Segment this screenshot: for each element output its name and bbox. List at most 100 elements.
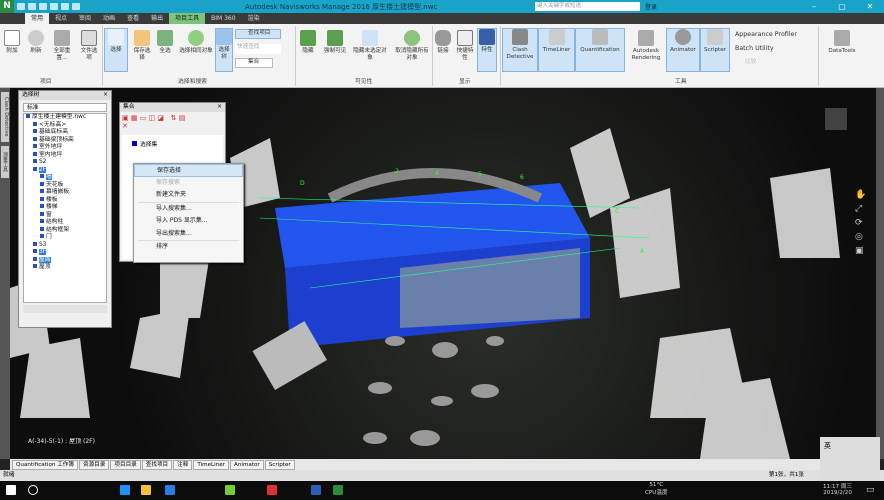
powerpoint-icon[interactable] (267, 485, 277, 495)
bottom-tab[interactable]: TimeLiner (193, 460, 230, 470)
tab-item-tools[interactable]: 项目工具 (169, 13, 206, 24)
select-same-button[interactable]: 选择相同对象 (178, 30, 214, 55)
reset-all-button[interactable]: 全部重置... (50, 30, 74, 62)
find-items-button[interactable]: 查找项目 (235, 29, 281, 39)
batch-utility-button[interactable]: Batch Utility (735, 45, 774, 52)
sets-toolbar[interactable]: ▣ ▦ ▭ ◫ ◪ ⇅ ▤ ✕ (122, 114, 185, 130)
tree-node[interactable]: 幕墙嵌板 (24, 189, 106, 197)
timeliner-button[interactable]: TimeLiner (538, 28, 575, 72)
quantification-button[interactable]: Quantification (575, 28, 625, 72)
set-item[interactable]: 选择集 (122, 135, 223, 152)
tab-viewpoint[interactable]: 视点 (49, 13, 73, 24)
ie-icon[interactable] (165, 485, 175, 495)
refresh-button[interactable]: 刷新 (26, 30, 46, 55)
datatools-button[interactable]: DataTools (822, 30, 862, 55)
tab-output[interactable]: 输出 (145, 13, 169, 24)
autodesk-rendering-button[interactable]: Autodesk Rendering (627, 30, 665, 62)
explorer-icon[interactable] (141, 485, 151, 495)
file-options-button[interactable]: 文件选项 (78, 30, 100, 62)
menu-item[interactable]: 导入 PDS 显示集... (134, 215, 243, 228)
maximize-button[interactable]: ▢ (828, 0, 856, 13)
open-icon[interactable] (28, 3, 36, 10)
bottom-tab[interactable]: Scripter (264, 460, 295, 470)
appearance-profiler-button[interactable]: Appearance Profiler (735, 31, 797, 38)
navigation-bar[interactable]: ✋ ⤢ ⟳ ◎ ▣ (855, 188, 866, 258)
save-icon[interactable] (39, 3, 47, 10)
tab-render[interactable]: 渲染 (242, 13, 266, 24)
bottom-tab[interactable]: 资源目录 (78, 460, 110, 470)
clash-detective-button[interactable]: Clash Detective (502, 28, 538, 72)
help-search-input[interactable]: 键入关键字或短语 (535, 2, 640, 11)
tree-node[interactable]: 3F (24, 249, 106, 257)
ime-widget[interactable]: 英 (820, 437, 880, 481)
menu-item[interactable]: 排序 (134, 241, 243, 254)
quick-find-input[interactable]: 快速查找 (235, 44, 281, 54)
tree-node[interactable]: S3 (24, 241, 106, 250)
menu-item[interactable]: 导入搜索集... (134, 203, 243, 216)
properties-button[interactable]: 特性 (477, 28, 497, 72)
tree-node[interactable]: 楼板 (24, 196, 106, 205)
select-button[interactable]: 选择 (104, 28, 128, 72)
menu-item[interactable]: 保存搜索 (134, 177, 243, 190)
scripter-button[interactable]: Scripter (700, 28, 730, 72)
tree-node[interactable]: 楼梯 (24, 204, 106, 212)
minimize-button[interactable]: – (800, 0, 828, 13)
menu-item[interactable]: 导出搜索集... (134, 228, 243, 241)
tree-node[interactable]: 基础梁顶标高 (24, 136, 106, 145)
clock[interactable]: 11:17 周三 2019/2/20 (823, 482, 852, 496)
bottom-tab[interactable]: 查找项目 (141, 460, 173, 470)
redo-icon[interactable] (72, 3, 80, 10)
append-button[interactable]: 附加 (2, 30, 22, 55)
animator-button[interactable]: Animator (666, 28, 700, 72)
tree-node[interactable]: 厚生楼土建模型.nwc (24, 114, 106, 122)
links-button[interactable]: 链接 (434, 30, 452, 55)
tab-animation[interactable]: 动画 (97, 13, 121, 24)
side-tab-clash-detective[interactable]: Clash Detective (1, 92, 9, 142)
tree-node[interactable]: 结构框架 (24, 226, 106, 235)
tab-review[interactable]: 审阅 (73, 13, 97, 24)
tree-node[interactable]: 门 (24, 234, 106, 242)
tree-node[interactable]: 基础底标高 (24, 129, 106, 137)
selection-tree-button[interactable]: 选择树 (215, 28, 233, 72)
save-selection-button[interactable]: 保存选择 (131, 30, 153, 62)
tab-view[interactable]: 查看 (121, 13, 145, 24)
edge-icon[interactable] (120, 485, 130, 495)
side-tab-measure[interactable]: 测量工具 (1, 146, 9, 178)
bottom-tab[interactable]: 项目目录 (110, 460, 141, 470)
navisworks-taskbar-icon[interactable] (333, 485, 343, 495)
tree-node[interactable]: 结构柱 (24, 219, 106, 227)
start-icon[interactable] (6, 485, 16, 495)
tree-node[interactable]: 室内地坪 (24, 151, 106, 160)
word-icon[interactable] (311, 485, 321, 495)
select-all-button[interactable]: 全选 (155, 30, 175, 55)
new-icon[interactable] (17, 3, 25, 10)
bottom-tab[interactable]: Quantification 工作簿 (12, 460, 78, 470)
tree-node[interactable]: <无标高> (24, 121, 106, 130)
sheet-pager[interactable]: 第1张，共1张 (769, 470, 804, 481)
quick-properties-button[interactable]: 快捷特性 (455, 30, 475, 62)
notification-icon[interactable]: ▭ (866, 485, 875, 495)
tree-mode-dropdown[interactable]: 标准 (23, 103, 107, 112)
viewcube[interactable] (825, 108, 847, 130)
close-button[interactable]: ✕ (856, 0, 884, 13)
tab-home[interactable]: 常用 (25, 13, 50, 24)
sets-dropdown[interactable]: 集合 (235, 58, 273, 68)
login-button[interactable]: 登录 (645, 2, 657, 11)
compare-button[interactable]: 比较 (745, 59, 756, 66)
menu-item[interactable]: 保存选择 (134, 164, 243, 177)
tree-node[interactable]: 天花板 (24, 181, 106, 190)
print-icon[interactable] (50, 3, 58, 10)
tree-node[interactable]: 墙 (24, 174, 106, 182)
undo-icon[interactable] (61, 3, 69, 10)
require-button[interactable]: 强制可见 (321, 30, 349, 55)
tree-node[interactable]: 屋顶 (24, 264, 106, 272)
bottom-tab[interactable]: Animator (230, 460, 264, 470)
close-icon[interactable]: × (217, 103, 222, 112)
tree-node[interactable]: 屋面 (24, 256, 106, 265)
hide-button[interactable]: 隐藏 (298, 30, 318, 55)
tree-node[interactable]: 2F (24, 166, 106, 175)
tree-node[interactable]: S2 (24, 159, 106, 167)
hide-unselected-button[interactable]: 隐藏未选定对象 (352, 30, 388, 62)
app-icon[interactable] (225, 485, 235, 495)
bottom-tab[interactable]: 注释 (173, 460, 193, 470)
